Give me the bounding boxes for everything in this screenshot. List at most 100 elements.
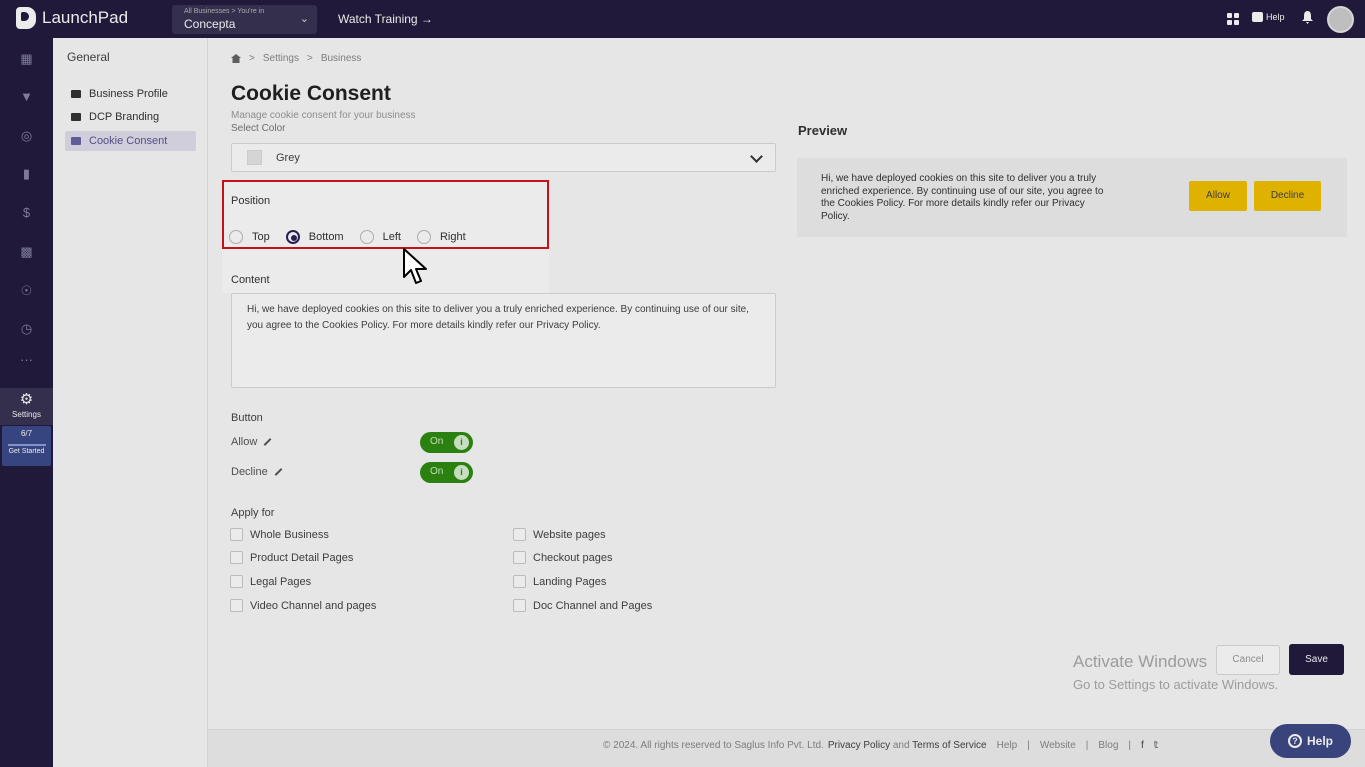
business-name: Concepta <box>184 17 236 31</box>
checkbox[interactable] <box>513 599 526 612</box>
radio-button[interactable] <box>229 230 243 244</box>
preview-decline-button[interactable]: Decline <box>1254 181 1321 211</box>
preview-text: Hi, we have deployed cookies on this sit… <box>821 173 1104 222</box>
radio-button[interactable] <box>359 230 374 244</box>
checkbox-video-channel[interactable]: Video Channel and pages <box>230 599 376 612</box>
preview-allow-button[interactable]: Allow <box>1189 181 1247 211</box>
apply-for-label: Apply for <box>231 507 275 519</box>
subnav-item-dcp-branding[interactable]: DCP Branding <box>65 107 196 127</box>
checkbox[interactable] <box>230 551 243 564</box>
footer-website-link[interactable]: Website <box>1040 740 1076 751</box>
dashboard-icon[interactable]: ▦ <box>19 51 34 66</box>
footer-help-link[interactable]: Help <box>997 740 1018 751</box>
toggle-state: On <box>430 436 444 447</box>
bell-icon[interactable] <box>1302 11 1313 24</box>
dollar-icon[interactable]: $ <box>19 205 34 220</box>
breadcrumb-separator: > <box>249 53 255 64</box>
subnav-item-label: DCP Branding <box>89 111 160 123</box>
pencil-icon[interactable] <box>263 438 272 446</box>
radio-position-right[interactable]: Right <box>416 230 466 244</box>
position-radio-group: Top Bottom Left Right <box>229 230 482 244</box>
users-icon[interactable]: ☉ <box>19 283 34 298</box>
video-icon[interactable]: ▮ <box>19 166 34 181</box>
allow-label: Allow <box>231 436 258 448</box>
checkbox[interactable] <box>513 575 526 588</box>
radio-label: Left <box>382 231 401 243</box>
save-button[interactable]: Save <box>1289 644 1344 675</box>
radio-button-selected[interactable] <box>285 230 300 244</box>
pencil-icon[interactable] <box>274 468 283 476</box>
checkbox-label: Website pages <box>533 528 606 541</box>
footer-divider: | <box>1128 740 1131 751</box>
get-started-progress[interactable]: 6/7 Get Started <box>2 426 51 466</box>
color-swatch <box>247 150 262 165</box>
footer-blog-link[interactable]: Blog <box>1098 740 1118 751</box>
checkbox-website-pages[interactable]: Website pages <box>513 528 606 541</box>
globe-icon[interactable]: ◎ <box>19 128 34 143</box>
apps-grid-icon[interactable] <box>1227 13 1239 25</box>
content-textarea[interactable]: Hi, we have deployed cookies on this sit… <box>231 293 776 388</box>
help-fab-label: Help <box>1306 734 1333 748</box>
cookie-icon <box>71 137 81 145</box>
radio-position-bottom[interactable]: Bottom <box>285 230 344 244</box>
facebook-icon[interactable]: f <box>1141 740 1144 751</box>
breadcrumb-separator: > <box>306 53 313 64</box>
subnav-item-business-profile[interactable]: Business Profile <box>65 84 196 104</box>
more-icon[interactable]: ··· <box>19 352 34 367</box>
checkbox[interactable] <box>230 575 243 588</box>
terms-link[interactable]: Terms of Service <box>912 740 986 751</box>
help-label: Help <box>1266 12 1285 22</box>
watch-training-link[interactable]: Watch Training → <box>338 12 433 26</box>
decline-label: Decline <box>231 466 268 478</box>
checkbox-landing-pages[interactable]: Landing Pages <box>513 575 606 588</box>
checkbox-doc-channel[interactable]: Doc Channel and Pages <box>513 599 652 612</box>
checkbox-checkout-pages[interactable]: Checkout pages <box>513 551 613 564</box>
decline-toggle[interactable]: On i <box>420 462 473 483</box>
allow-toggle[interactable]: On i <box>420 432 473 453</box>
checkbox[interactable] <box>230 528 243 541</box>
content-label: Content <box>231 274 270 286</box>
get-started-label: Get Started <box>8 448 45 455</box>
rail-settings[interactable]: ⚙ Settings <box>0 388 53 425</box>
help-fab-button[interactable]: ? Help <box>1270 724 1351 758</box>
radio-position-top[interactable]: Top <box>229 230 270 244</box>
checkbox-whole-business[interactable]: Whole Business <box>230 528 329 541</box>
position-label: Position <box>231 195 271 207</box>
business-selector[interactable]: All Businesses > You're in Concepta ⌄ <box>172 5 317 34</box>
checkbox-label: Doc Channel and Pages <box>533 599 653 612</box>
info-icon: i <box>454 465 469 480</box>
breadcrumb-settings[interactable]: Settings <box>263 53 299 64</box>
copyright-text: © 2024. All rights reserved to Saglus In… <box>603 740 824 751</box>
help-link[interactable]: Help <box>1252 12 1285 22</box>
user-avatar[interactable] <box>1327 6 1354 33</box>
radio-position-left[interactable]: Left <box>359 230 401 244</box>
checkbox[interactable] <box>513 551 526 564</box>
clock-icon[interactable]: ◷ <box>19 321 34 336</box>
breadcrumb-business[interactable]: Business <box>321 53 362 64</box>
checkbox[interactable] <box>513 528 526 541</box>
footer-legal: Privacy Policy and Terms of Service <box>828 740 987 751</box>
cancel-button[interactable]: Cancel <box>1216 645 1280 675</box>
settings-subnav: General Business Profile DCP Branding Co… <box>53 38 208 767</box>
question-icon: ? <box>1287 734 1302 748</box>
radio-button[interactable] <box>416 230 431 244</box>
checkbox-legal-pages[interactable]: Legal Pages <box>230 575 311 588</box>
twitter-icon[interactable]: 𝕥 <box>1154 740 1159 751</box>
preview-title: Preview <box>798 123 848 138</box>
checkbox[interactable] <box>230 599 243 612</box>
id-card-icon <box>71 90 81 98</box>
subnav-item-label: Cookie Consent <box>89 135 168 147</box>
chart-icon[interactable]: ▩ <box>19 244 34 259</box>
home-icon[interactable] <box>231 54 241 63</box>
settings-label: Settings <box>12 410 41 419</box>
radio-label: Bottom <box>308 231 344 243</box>
checkbox-label: Video Channel and pages <box>250 599 377 612</box>
checkbox-product-detail-pages[interactable]: Product Detail Pages <box>230 551 353 564</box>
toggle-state: On <box>430 466 444 477</box>
page-title: Cookie Consent <box>231 82 391 105</box>
color-select[interactable]: Grey <box>231 143 776 172</box>
subnav-item-cookie-consent[interactable]: Cookie Consent <box>65 131 196 151</box>
app-logo[interactable]: LaunchPad <box>16 7 128 29</box>
privacy-policy-link[interactable]: Privacy Policy <box>828 740 890 751</box>
funnel-icon[interactable]: ▼ <box>19 89 34 104</box>
